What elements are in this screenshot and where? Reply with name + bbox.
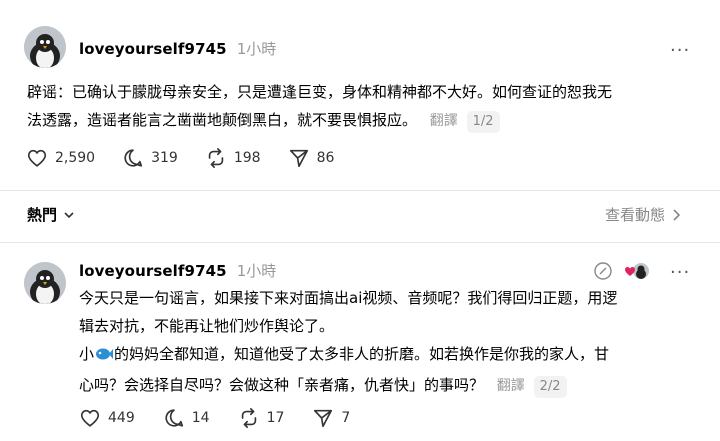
view-activity-link[interactable]: 查看動態 xyxy=(605,204,681,225)
post-text-line: 法透露，造谣者能言之凿凿地颠倒黑白，就不要畏惧报应。 xyxy=(27,111,418,129)
post-text-line: 心吗？会选择自尽吗？会做这种「亲者痛，仇者快」的事吗？ xyxy=(79,376,485,394)
comment-icon xyxy=(124,149,143,167)
post-body: 小 的妈妈全都知道，知道他受了太多非人的折磨。如若换作是你我的家人，甘 心吗？会… xyxy=(79,340,699,400)
post-time: 1小時 xyxy=(236,40,277,58)
chevron-down-icon xyxy=(64,211,74,218)
more-options-icon[interactable]: ··· xyxy=(670,264,690,282)
username[interactable]: loveyourself9745 xyxy=(79,262,227,280)
repost-count: 17 xyxy=(266,410,285,426)
repost-icon xyxy=(208,148,224,168)
share-count: 86 xyxy=(316,150,335,166)
comment-count: 319 xyxy=(151,150,178,166)
heart-icon xyxy=(27,149,47,167)
comment-icon xyxy=(165,409,183,427)
comment-button[interactable]: 14 xyxy=(163,407,210,429)
page-indicator: 2/2 xyxy=(533,376,567,398)
share-button[interactable]: 86 xyxy=(288,147,335,169)
repost-button[interactable]: 198 xyxy=(205,147,261,169)
view-activity-label: 查看動態 xyxy=(605,206,666,224)
fish-emoji-icon xyxy=(95,343,114,371)
post-text-fragment: 小 xyxy=(79,345,95,363)
share-button[interactable]: 7 xyxy=(312,407,350,429)
comment-count: 14 xyxy=(191,410,210,426)
comment-button[interactable]: 319 xyxy=(122,147,178,169)
penguin-avatar-icon xyxy=(24,26,66,68)
page-indicator: 1/2 xyxy=(466,111,500,133)
post-text-line: 辟谣：已确认于朦胧母亲安全，只是遭逢巨变，身体和精神都不大好。如何查证的恕我无 xyxy=(27,83,613,101)
heart-icon xyxy=(625,267,635,276)
heart-icon xyxy=(80,409,100,427)
avatar[interactable] xyxy=(24,262,66,304)
send-icon xyxy=(314,409,333,428)
divider xyxy=(0,242,720,243)
edit-icon[interactable] xyxy=(593,261,613,285)
username[interactable]: loveyourself9745 xyxy=(79,40,227,58)
post-text-line: 今天只是一句谣言，如果接下来对面搞出ai视频、音频呢？我们得回归正题，用逻 xyxy=(79,289,618,307)
like-button[interactable]: 449 xyxy=(79,407,135,429)
sort-label: 熱門 xyxy=(27,206,58,224)
post-actions: 449 14 17 7 xyxy=(79,407,350,429)
post-body: 今天只是一句谣言，如果接下来对面搞出ai视频、音频呢？我们得回归正题，用逻 辑去… xyxy=(79,284,699,340)
penguin-avatar-icon xyxy=(24,262,66,304)
post-time: 1小時 xyxy=(236,262,277,280)
like-count: 2,590 xyxy=(55,150,96,166)
post-text-fragment: 的妈妈全都知道，知道他受了太多非人的折磨。如若换作是你我的家人，甘 xyxy=(114,345,610,363)
post-text-line: 辑去对抗，不能再让牠们炒作舆论了。 xyxy=(79,317,335,335)
post-actions: 2,590 319 198 86 xyxy=(26,147,334,169)
like-button[interactable]: 2,590 xyxy=(26,147,95,169)
post-body: 辟谣：已确认于朦胧母亲安全，只是遭逢巨变，身体和精神都不大好。如何查证的恕我无 … xyxy=(27,78,697,135)
repost-button[interactable]: 17 xyxy=(238,407,285,429)
repost-icon xyxy=(241,408,256,428)
share-count: 7 xyxy=(341,410,351,426)
repost-count: 198 xyxy=(233,150,261,166)
divider xyxy=(0,190,720,191)
like-count: 449 xyxy=(108,410,135,426)
send-icon xyxy=(289,149,308,168)
translate-link[interactable]: 翻譯 xyxy=(430,113,458,129)
more-options-icon[interactable]: ··· xyxy=(670,42,690,60)
translate-link[interactable]: 翻譯 xyxy=(497,378,525,394)
chevron-right-icon xyxy=(673,208,681,221)
avatar[interactable] xyxy=(24,26,66,68)
liked-by-author-badge xyxy=(624,261,652,281)
sort-dropdown[interactable]: 熱門 xyxy=(27,204,75,225)
